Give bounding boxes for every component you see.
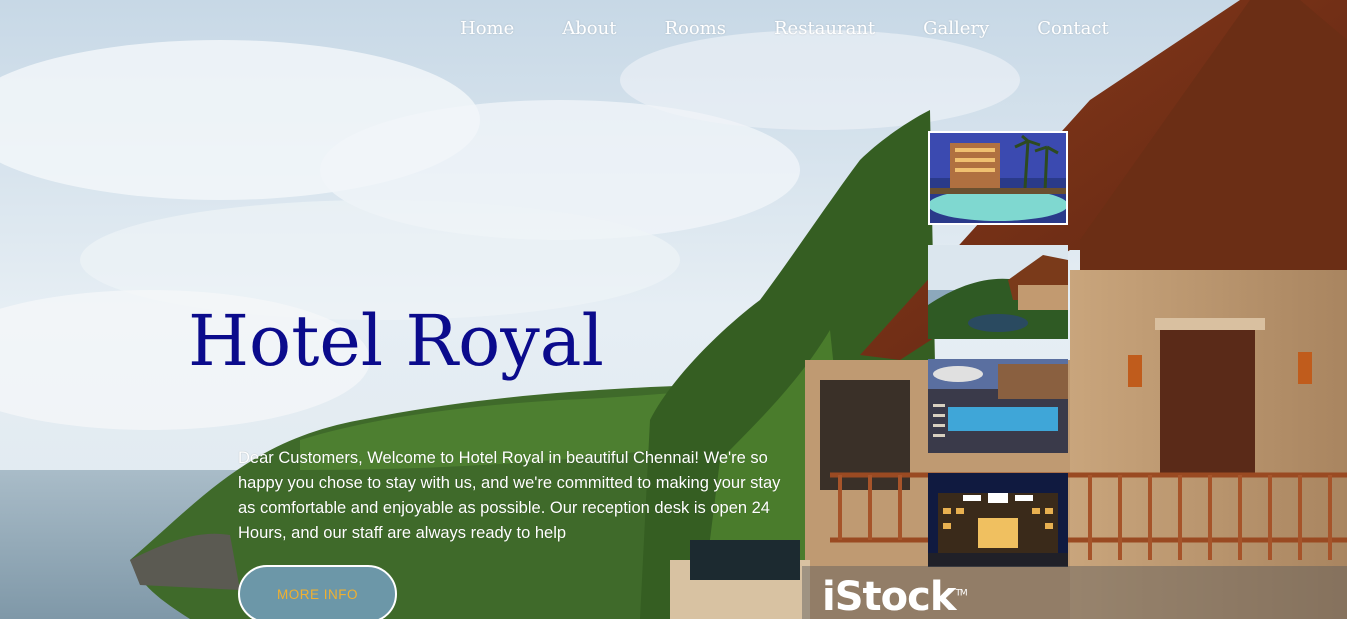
hero-title: Hotel Royal: [188, 300, 604, 382]
nav-contact[interactable]: Contact: [1037, 16, 1108, 42]
coastal-villa-pool-icon: [928, 245, 1068, 339]
more-info-button[interactable]: MORE INFO: [238, 565, 397, 619]
thumbnail-coastal-villa-pool[interactable]: [928, 245, 1068, 339]
poolside-loungers-icon: [928, 359, 1068, 453]
thumbnail-resort-pool-night[interactable]: [928, 131, 1068, 225]
watermark-text: iStock: [822, 574, 956, 619]
nav-gallery[interactable]: Gallery: [923, 16, 989, 42]
nav-about[interactable]: About: [562, 16, 616, 42]
nav-restaurant[interactable]: Restaurant: [774, 16, 875, 42]
watermark-logo: iStockTM: [822, 574, 968, 619]
watermark-tm: TM: [955, 588, 967, 599]
hotel-facade-night-icon: [928, 473, 1068, 567]
thumbnail-hotel-facade-night[interactable]: [928, 473, 1068, 567]
nav-home[interactable]: Home: [460, 16, 514, 42]
resort-pool-night-icon: [930, 133, 1066, 223]
hero-description: Dear Customers, Welcome to Hotel Royal i…: [238, 449, 781, 542]
gallery-thumbnails: [928, 131, 1068, 587]
main-navigation: Home About Rooms Restaurant Gallery Cont…: [460, 16, 1109, 42]
thumbnail-poolside-loungers[interactable]: [928, 359, 1068, 453]
nav-rooms[interactable]: Rooms: [664, 16, 726, 42]
